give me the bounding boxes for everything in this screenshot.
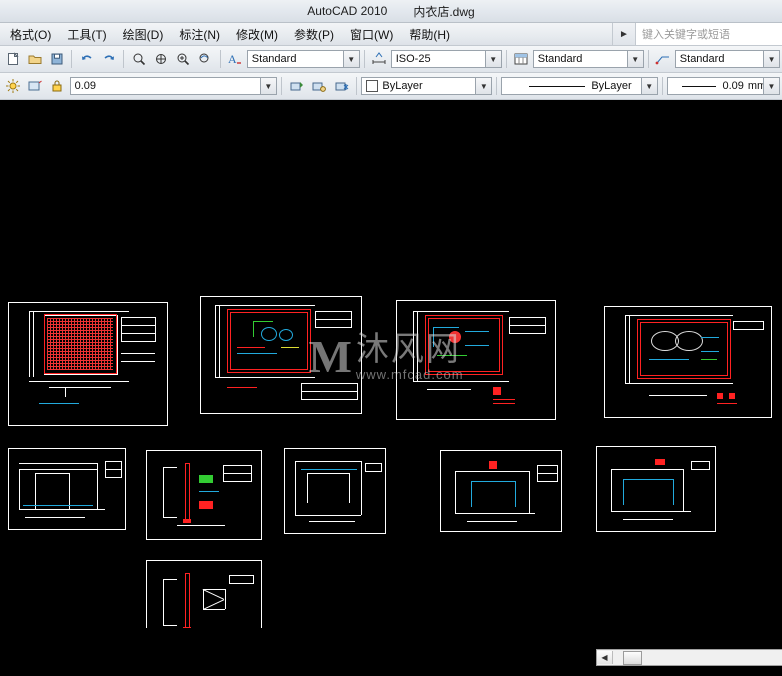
menu-bar: 格式(O) 工具(T) 绘图(D) 标注(N) 修改(M) 参数(P) 窗口(W… [0,23,782,46]
svg-text:A: A [228,52,237,66]
linetype-value: ByLayer [591,80,632,92]
zoom-extents-icon[interactable] [173,48,194,70]
redo-icon[interactable] [98,48,119,70]
menu-item-parametric[interactable]: 参数(P) [286,24,342,45]
document-title: 内衣店.dwg [413,4,475,19]
drawing-canvas[interactable]: M 沐风网 www.mfcad.com ◀ [0,100,782,676]
table-style-combo[interactable]: Standard ▼ [532,50,644,68]
multileader-style-combo[interactable]: Standard ▼ [674,50,781,68]
text-style-value: Standard [251,53,297,65]
layer-previous-icon[interactable] [286,75,308,97]
dim-style-icon[interactable] [369,48,390,70]
undo-icon[interactable] [76,48,97,70]
multileader-style-icon[interactable] [653,48,674,70]
drawing-area[interactable]: M 沐风网 www.mfcad.com [0,100,782,628]
menu-item-window[interactable]: 窗口(W) [342,24,401,45]
scrollbar-thumb[interactable] [623,650,642,665]
linetype-combo[interactable]: ByLayer ▼ [501,77,658,95]
layer-combo[interactable]: 0.09 ▼ [69,77,277,95]
menu-item-help[interactable]: 帮助(H) [401,24,458,45]
toolbar-separator [505,50,507,68]
open-icon[interactable] [24,48,45,70]
menu-overflow-icon[interactable]: ► [612,23,635,45]
lineweight-preview [682,85,717,87]
color-combo[interactable]: ByLayer ▼ [361,77,493,95]
title-bar: AutoCAD 2010 内衣店.dwg [0,0,782,23]
toolbar-separator [661,77,663,95]
menu-item-tools[interactable]: 工具(T) [59,24,114,45]
toolbar-styles: A Standard ▼ ISO-25 ▼ Standard ▼ Standar… [0,46,782,73]
linetype-preview [529,85,586,87]
table-style-value: Standard [537,53,583,65]
multileader-style-value: Standard [679,53,725,65]
dim-style-combo[interactable]: ISO-25 ▼ [390,50,502,68]
drawing-sheet[interactable] [604,306,772,418]
toolbar-separator [123,50,125,68]
toolbar-properties: 0.09 ▼ ByLayer ▼ ByLayer ▼ 0.09 mm ▼ [0,73,782,100]
chevron-down-icon[interactable]: ▼ [763,78,780,94]
menu-bar-right: ► 键入关键字或短语 [612,23,782,45]
drawing-sheet[interactable] [146,450,262,540]
color-value: ByLayer [382,80,423,92]
drawing-sheet[interactable] [146,560,262,628]
toolbar-separator [356,77,358,95]
drawing-sheet[interactable] [596,446,716,532]
chevron-down-icon[interactable]: ▼ [259,78,276,94]
toolbar-separator [219,50,221,68]
layer-properties-icon[interactable] [2,75,24,97]
layer-freeze-icon[interactable] [331,75,353,97]
text-style-combo[interactable]: Standard ▼ [246,50,360,68]
search-input[interactable]: 键入关键字或短语 [635,23,782,45]
layer-on-icon[interactable] [25,75,47,97]
menu-item-dimension[interactable]: 标注(N) [171,24,228,45]
lineweight-combo[interactable]: 0.09 mm ▼ [666,77,781,95]
toolbar-separator [280,77,282,95]
menu-item-modify[interactable]: 修改(M) [228,24,286,45]
drawing-sheet[interactable] [8,302,168,426]
color-swatch [366,80,379,92]
status-area: ◀ [0,628,782,676]
new-icon[interactable] [2,48,23,70]
app-title: AutoCAD 2010 [307,4,388,18]
chevron-down-icon[interactable]: ▼ [763,51,780,67]
lineweight-value: 0.09 [722,80,744,92]
chevron-down-icon[interactable]: ▼ [342,51,359,67]
layer-value: 0.09 [74,80,97,92]
horizontal-scrollbar[interactable]: ◀ [596,649,782,666]
chevron-down-icon[interactable]: ▼ [475,78,492,94]
zoom-window-icon[interactable] [128,48,149,70]
text-style-icon[interactable]: A [225,48,246,70]
menu-item-draw[interactable]: 绘图(D) [115,24,172,45]
toolbar-separator [647,50,649,68]
drawing-sheet[interactable] [440,450,562,532]
drawing-sheet[interactable] [396,300,556,420]
drawing-sheet[interactable] [8,448,126,530]
drawing-sheet[interactable] [200,296,362,414]
menu-item-format[interactable]: 格式(O) [2,24,59,45]
toolbar-separator [496,77,498,95]
chevron-down-icon[interactable]: ▼ [640,78,657,94]
layer-isolate-icon[interactable] [308,75,330,97]
zoom-previous-icon[interactable] [195,48,216,70]
dim-style-value: ISO-25 [395,53,431,65]
triangle-left-icon[interactable]: ◀ [597,651,613,664]
table-style-icon[interactable] [511,48,532,70]
pan-icon[interactable] [150,48,171,70]
chevron-down-icon[interactable]: ▼ [626,51,643,67]
toolbar-separator [363,50,365,68]
drawing-sheet[interactable] [284,448,386,534]
chevron-down-icon[interactable]: ▼ [484,51,501,67]
layer-lock-icon[interactable] [47,75,69,97]
save-icon[interactable] [46,48,67,70]
toolbar-separator [71,50,73,68]
